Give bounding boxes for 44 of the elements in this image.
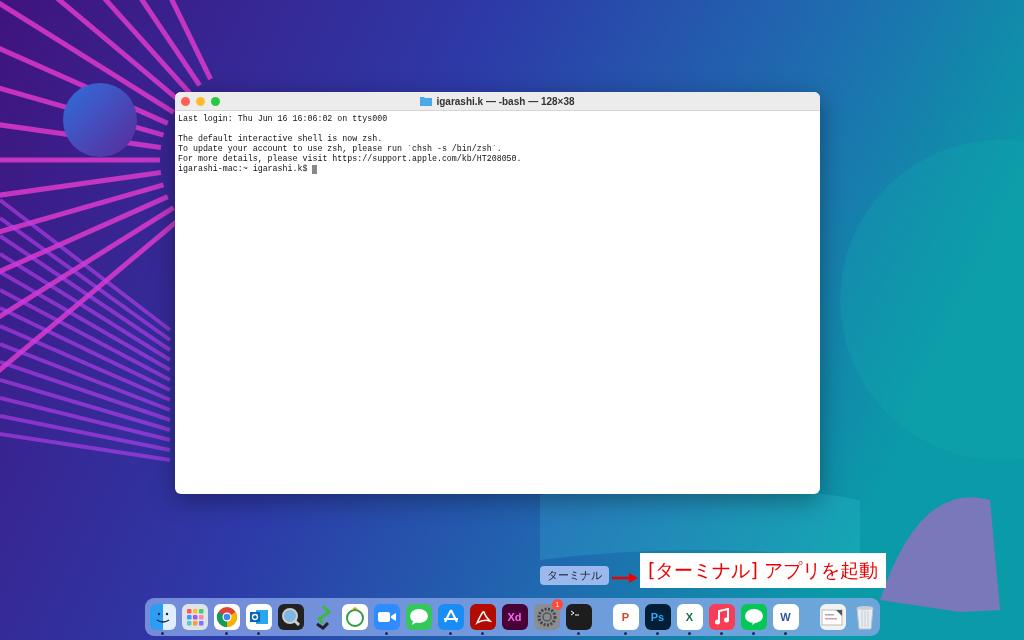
running-dot: [577, 632, 580, 635]
magnifier-q-icon[interactable]: [277, 604, 304, 630]
speech-bubble-icon[interactable]: [405, 604, 432, 630]
running-dot: [161, 632, 164, 635]
spreadsheet-app-icon[interactable]: X: [676, 604, 703, 630]
running-dot: [257, 632, 260, 635]
pdf-app-icon[interactable]: [469, 604, 496, 630]
window-title: igarashi.k — -bash — 128×38: [436, 95, 575, 107]
running-dot: [225, 632, 228, 635]
running-dot: [752, 632, 755, 635]
terminal-line: Last login: Thu Jun 16 16:06:02 on ttys000: [178, 114, 389, 124]
app-store-icon[interactable]: [437, 604, 464, 630]
close-button[interactable]: [181, 96, 190, 106]
running-dot: [449, 632, 452, 635]
gear-icon[interactable]: [533, 604, 560, 630]
app-grid-icon[interactable]: [181, 604, 208, 630]
running-dot: [624, 632, 627, 635]
terminal-icon[interactable]: [565, 604, 592, 630]
image-editor-icon[interactable]: Ps: [644, 604, 671, 630]
terminal-line: To update your account to use zsh, please run `chsh -s /bin/zsh`.: [178, 144, 503, 154]
design-app-icon[interactable]: Xd: [501, 604, 528, 630]
running-dot: [481, 632, 484, 635]
chat-app-icon[interactable]: [740, 604, 767, 630]
running-dot: [688, 632, 691, 635]
document-app-icon[interactable]: W: [772, 604, 799, 630]
video-camera-icon[interactable]: [373, 604, 400, 630]
mail-app-icon[interactable]: [245, 604, 272, 630]
arrow: [612, 573, 638, 583]
terminal-line: For more details, please visit https://support.apple.com/kb/HT208050.: [178, 154, 523, 164]
tooltip: ターミナル: [540, 566, 609, 585]
document-icon[interactable]: [819, 604, 846, 630]
terminal-line: The default interactive shell is now zsh.: [178, 134, 384, 144]
running-dot: [784, 632, 787, 635]
annotation-label: [ターミナル] アプリを起動: [640, 553, 886, 588]
folder-icon: [420, 96, 433, 106]
running-dot: [720, 632, 723, 635]
browser-icon[interactable]: [213, 604, 240, 630]
face-icon[interactable]: [149, 604, 176, 630]
running-dot: [385, 632, 388, 635]
zoom-button[interactable]: [211, 96, 220, 106]
music-note-icon[interactable]: [708, 604, 735, 630]
running-dot: [656, 632, 659, 635]
slides-app-icon[interactable]: P: [612, 604, 639, 630]
shell-prompt: igarashi-mac:~ igarashi.k$: [178, 164, 308, 174]
